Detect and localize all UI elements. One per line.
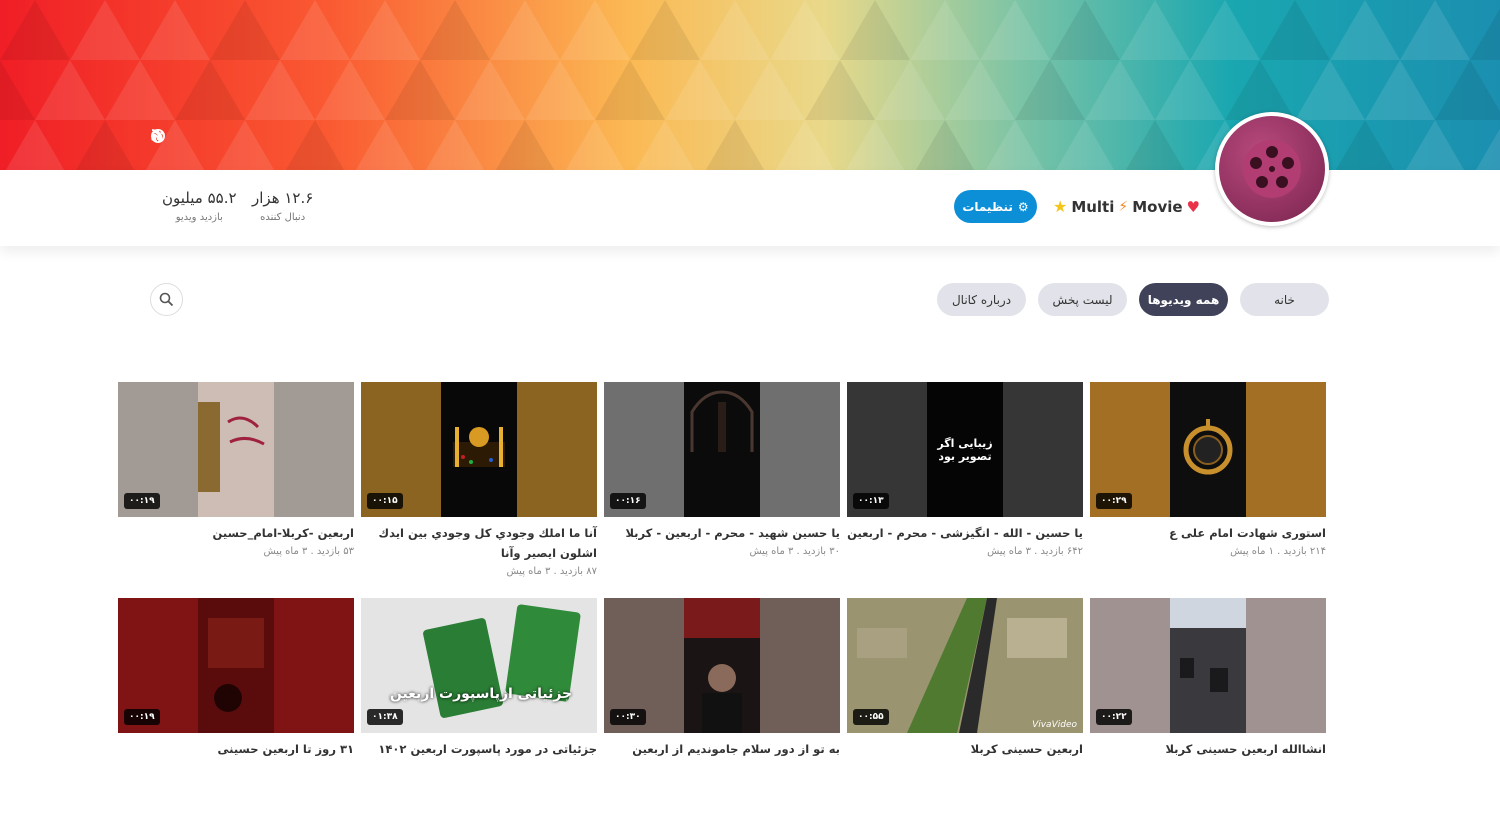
- video-title[interactable]: به تو از دور سلام جاموندیم از اربعین: [604, 739, 840, 759]
- video-title[interactable]: استوری شهادت امام علی ع: [1090, 523, 1326, 543]
- shrine-interior-image: [198, 598, 274, 733]
- video-card[interactable]: ۰۰:۳۰ به تو از دور سلام جاموندیم از اربع…: [604, 598, 840, 814]
- video-title[interactable]: انشاالله اربعین حسینی کربلا: [1090, 739, 1326, 759]
- video-card[interactable]: ۰۰:۱۹ اربعین -کربلا-امام_حسین ۵۳ بازدید …: [118, 382, 354, 598]
- video-title[interactable]: یا حسین شهید - محرم - اربعین - کربلا: [604, 523, 840, 543]
- view-count: ۵۳ بازدید: [316, 546, 354, 557]
- search-icon: [159, 292, 174, 307]
- channel-name: ★ Multi ⚡ Movie ♥: [1053, 197, 1200, 216]
- video-card[interactable]: ۰۰:۱۵ آنا ما املك وجودي كل وجودي بين ايد…: [361, 382, 597, 598]
- video-title[interactable]: جزئیاتی در مورد پاسپورت اربعین ۱۴۰۲: [361, 739, 597, 759]
- channel-tabs: خانه همه ویدیوها لیست پخش درباره کانال: [937, 283, 1329, 316]
- video-thumbnail[interactable]: جزئیاتی ازپاسپورت اربعین ۰۱:۳۸: [361, 598, 597, 733]
- channel-avatar[interactable]: [1215, 112, 1329, 226]
- stat-label: بازدید ویدیو: [175, 212, 223, 223]
- video-title[interactable]: ۳۱ روز تا اربعین حسینی: [118, 739, 354, 759]
- upload-age: ۳ ماه پیش: [506, 566, 551, 577]
- duration-badge: ۰۰:۵۵: [853, 709, 889, 725]
- views-stat: ۵۵.۲ میلیون بازدید ویدیو: [162, 189, 237, 223]
- watermark-text: VivaVideo: [1032, 720, 1077, 730]
- arch-image: [690, 390, 754, 452]
- video-meta: ۲۱۴ بازدید . ۱ ماه پیش: [1230, 546, 1326, 557]
- video-card[interactable]: ۰۰:۱۹ ۳۱ روز تا اربعین حسینی: [118, 598, 354, 814]
- emblem-image: [1183, 418, 1233, 474]
- mourner-image: [684, 598, 760, 733]
- video-title[interactable]: اربعین حسینی کربلا: [847, 739, 1083, 759]
- video-card[interactable]: ۰۰:۱۶ یا حسین شهید - محرم - اربعین - کرب…: [604, 382, 840, 598]
- duration-badge: ۰۰:۲۲: [1096, 709, 1132, 725]
- channel-name-part: Multi: [1071, 197, 1115, 216]
- thumbnail-caption: جزئیاتی ازپاسپورت اربعین: [389, 686, 573, 702]
- upload-age: ۳ ماه پیش: [749, 546, 794, 557]
- video-card[interactable]: ۰۰:۲۹ استوری شهادت امام علی ع ۲۱۴ بازدید…: [1090, 382, 1326, 598]
- video-title[interactable]: یا حسین - الله - انگیزشی - محرم - اربعین: [847, 523, 1083, 543]
- video-thumbnail[interactable]: زیبایی اگر تصویر بود ۰۰:۱۳: [847, 382, 1083, 517]
- video-meta: ۳۰ بازدید . ۳ ماه پیش: [749, 546, 840, 557]
- video-meta: ۸۷ بازدید . ۳ ماه پیش: [506, 566, 597, 577]
- video-thumbnail[interactable]: ۰۰:۳۰: [604, 598, 840, 733]
- rss-icon[interactable]: [151, 128, 202, 146]
- upload-age: ۳ ماه پیش: [987, 546, 1031, 557]
- thumbnail-caption: زیبایی اگر تصویر بود: [937, 436, 993, 463]
- tab-about[interactable]: درباره کانال: [937, 283, 1026, 316]
- channel-name-part: Movie: [1132, 197, 1183, 216]
- video-thumbnail[interactable]: ۰۰:۲۲: [1090, 598, 1326, 733]
- settings-button[interactable]: ⚙ تنظیمات: [954, 190, 1037, 223]
- view-count: ۲۱۴ بازدید: [1283, 546, 1326, 557]
- lightning-icon: ⚡: [1118, 198, 1129, 215]
- view-count: ۸۷ بازدید: [559, 566, 597, 577]
- tab-home[interactable]: خانه: [1240, 283, 1329, 316]
- video-thumbnail[interactable]: ۰۰:۲۹: [1090, 382, 1326, 517]
- duration-badge: ۰۰:۱۹: [124, 709, 160, 725]
- video-title[interactable]: اربعین -کربلا-امام_حسین: [118, 523, 354, 543]
- shrine-lights-image: [453, 427, 505, 467]
- tab-label: خانه: [1274, 292, 1295, 307]
- shrine-wall-image: [198, 382, 274, 517]
- star-icon: ★: [1052, 197, 1068, 216]
- video-meta: ۶۴۲ بازدید . ۳ ماه پیش: [987, 546, 1083, 557]
- upload-age: ۱ ماه پیش: [1230, 546, 1274, 557]
- video-title[interactable]: آنا ما املك وجودي كل وجودي بين ايدك اشلو…: [361, 523, 597, 563]
- video-thumbnail[interactable]: ۰۰:۱۵: [361, 382, 597, 517]
- duration-badge: ۰۰:۳۰: [610, 709, 646, 725]
- video-card[interactable]: ۰۰:۲۲ انشاالله اربعین حسینی کربلا: [1090, 598, 1326, 814]
- video-thumbnail[interactable]: ۰۰:۱۶: [604, 382, 840, 517]
- tab-all-videos[interactable]: همه ویدیوها: [1139, 283, 1228, 316]
- search-button[interactable]: [150, 283, 183, 316]
- video-thumbnail[interactable]: ۰۰:۱۹: [118, 382, 354, 517]
- video-thumbnail[interactable]: VivaVideo ۰۰:۵۵: [847, 598, 1083, 733]
- video-grid: ۰۰:۲۹ استوری شهادت امام علی ع ۲۱۴ بازدید…: [118, 382, 1326, 814]
- duration-badge: ۰۰:۱۹: [124, 493, 160, 509]
- video-card[interactable]: جزئیاتی ازپاسپورت اربعین ۰۱:۳۸ جزئیاتی د…: [361, 598, 597, 814]
- tab-label: لیست پخش: [1052, 292, 1113, 307]
- settings-label: تنظیمات: [962, 199, 1013, 214]
- tab-label: درباره کانال: [951, 292, 1012, 307]
- upload-age: ۳ ماه پیش: [263, 546, 308, 557]
- video-card[interactable]: زیبایی اگر تصویر بود ۰۰:۱۳ یا حسین - الل…: [847, 382, 1083, 598]
- stat-value: ۱۲.۶ هزار: [252, 189, 314, 207]
- tab-playlists[interactable]: لیست پخش: [1038, 283, 1127, 316]
- stat-value: ۵۵.۲ میلیون: [162, 189, 237, 207]
- followers-stat: ۱۲.۶ هزار دنبال کننده: [252, 189, 313, 223]
- duration-badge: ۰۰:۲۹: [1096, 493, 1132, 509]
- duration-badge: ۰۱:۳۸: [367, 709, 403, 725]
- duration-badge: ۰۰:۱۵: [367, 493, 403, 509]
- gear-icon: ⚙: [1017, 199, 1029, 214]
- video-meta: ۵۳ بازدید . ۳ ماه پیش: [263, 546, 354, 557]
- stat-label: دنبال کننده: [260, 212, 306, 223]
- tab-label: همه ویدیوها: [1147, 292, 1220, 307]
- crowd-road-image: [1170, 598, 1246, 733]
- duration-badge: ۰۰:۱۳: [853, 493, 889, 509]
- video-thumbnail[interactable]: ۰۰:۱۹: [118, 598, 354, 733]
- view-count: ۳۰ بازدید: [802, 546, 840, 557]
- heart-icon: ♥: [1186, 197, 1200, 216]
- video-card[interactable]: VivaVideo ۰۰:۵۵ اربعین حسینی کربلا: [847, 598, 1083, 814]
- view-count: ۶۴۲ بازدید: [1040, 546, 1083, 557]
- film-reel-icon: [1243, 140, 1301, 198]
- duration-badge: ۰۰:۱۶: [610, 493, 646, 509]
